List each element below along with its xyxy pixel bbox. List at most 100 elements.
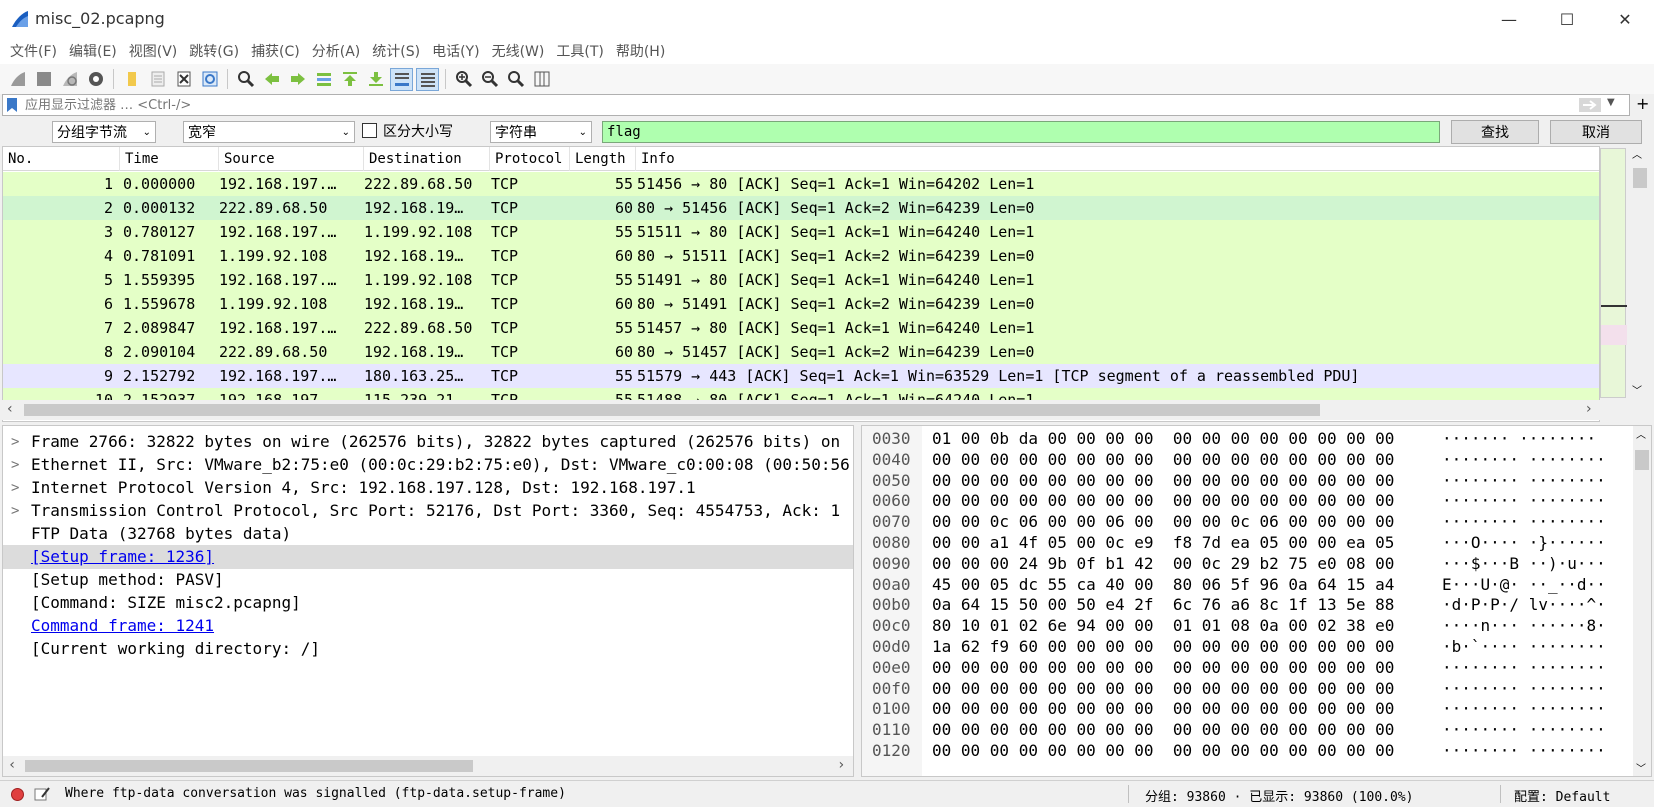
reload-icon[interactable]: [198, 68, 221, 91]
bytes-hex[interactable]: 01 00 0b da 00 00 00 00 00 00 00 00 00 0…: [932, 428, 1394, 450]
bytes-hex[interactable]: 45 00 05 dc 55 ca 40 00 80 06 5f 96 0a 6…: [932, 574, 1394, 596]
details-hscroll-thumb[interactable]: [25, 760, 473, 772]
packet-row[interactable]: 8 2.090104 222.89.68.50 192.168.19… TCP 60 80 …: [3, 340, 1599, 364]
packet-list-hscroll[interactable]: ‹ ›: [2, 400, 1600, 420]
search-type-select[interactable]: 字符串 ⌄: [490, 121, 592, 143]
expand-arrow-icon[interactable]: >: [11, 430, 19, 454]
char-width-select[interactable]: 宽窄 ⌄: [183, 121, 355, 143]
bytes-ascii[interactable]: ········ ········: [1442, 470, 1606, 492]
scroll-down-arrow-icon[interactable]: ﹀: [1632, 382, 1642, 397]
menu-view[interactable]: 视图(V): [123, 41, 184, 61]
details-link[interactable]: Command frame: 1241: [31, 614, 214, 638]
bytes-hex[interactable]: 00 00 00 00 00 00 00 00 00 00 00 00 00 0…: [932, 490, 1394, 512]
search-in-select[interactable]: 分组字节流 ⌄: [52, 121, 156, 143]
scroll-right-arrow-icon[interactable]: ›: [1586, 401, 1592, 417]
bytes-offset[interactable]: 0040: [872, 449, 911, 471]
go-last-icon[interactable]: [364, 68, 387, 91]
colorize-icon[interactable]: [416, 67, 439, 91]
bytes-ascii[interactable]: ········ ········: [1442, 490, 1606, 512]
bytes-offset[interactable]: 0080: [872, 532, 911, 554]
bytes-hex[interactable]: 00 00 00 00 00 00 00 00 00 00 00 00 00 0…: [932, 740, 1394, 762]
bytes-ascii[interactable]: ···$···B ··)·u···: [1442, 553, 1606, 575]
minimize-button[interactable]: —: [1480, 0, 1538, 38]
scroll-right-arrow-icon[interactable]: ›: [837, 757, 845, 773]
bytes-offset[interactable]: 0070: [872, 511, 911, 533]
bytes-hex[interactable]: 00 00 00 00 00 00 00 00 00 00 00 00 00 0…: [932, 719, 1394, 741]
go-first-icon[interactable]: [338, 68, 361, 91]
search-value-input[interactable]: flag: [602, 121, 1440, 143]
column-header-protocol[interactable]: Protocol: [490, 147, 570, 171]
add-filter-button-icon[interactable]: +: [1636, 94, 1649, 113]
zoom-in-icon[interactable]: [452, 68, 475, 91]
go-forward-arrow-icon[interactable]: [286, 68, 309, 91]
scroll-left-arrow-icon[interactable]: ‹: [7, 401, 13, 417]
column-header-info[interactable]: Info: [636, 147, 1599, 171]
bytes-offset[interactable]: 00f0: [872, 678, 911, 700]
bytes-ascii[interactable]: ········ ········: [1442, 449, 1606, 471]
bytes-hex[interactable]: 00 00 00 00 00 00 00 00 00 00 00 00 00 0…: [932, 470, 1394, 492]
bytes-vscroll[interactable]: ︿ ﹀: [1633, 426, 1651, 776]
display-filter-input[interactable]: [25, 95, 1565, 115]
details-hscroll[interactable]: ‹ ›: [3, 756, 853, 776]
packet-list-vscroll[interactable]: ︿ ﹀: [1600, 146, 1652, 400]
bytes-vscroll-thumb[interactable]: [1635, 450, 1649, 470]
bytes-ascii[interactable]: ········ ········: [1442, 740, 1606, 762]
details-row[interactable]: > Internet Protocol Version 4, Src: 192.1…: [3, 476, 853, 500]
menu-help[interactable]: 帮助(H): [610, 41, 671, 61]
bytes-hex[interactable]: 00 00 00 00 00 00 00 00 00 00 00 00 00 0…: [932, 449, 1394, 471]
bytes-hex[interactable]: 00 00 00 00 00 00 00 00 00 00 00 00 00 0…: [932, 657, 1394, 679]
menu-file[interactable]: 文件(F): [4, 41, 63, 61]
bookmark-icon[interactable]: [6, 98, 18, 112]
find-button[interactable]: 查找: [1451, 120, 1539, 144]
menu-go[interactable]: 跳转(G): [183, 41, 245, 61]
menu-tools[interactable]: 工具(T): [550, 41, 609, 61]
file-icon[interactable]: [146, 68, 169, 91]
bytes-ascii[interactable]: ········ ········: [1442, 698, 1606, 720]
bytes-offset[interactable]: 00d0: [872, 636, 911, 658]
details-row[interactable]: [Setup method: PASV]: [3, 568, 853, 592]
bytes-ascii[interactable]: ····n··· ······8·: [1442, 615, 1606, 637]
scroll-up-arrow-icon[interactable]: ︿: [1632, 146, 1642, 161]
go-back-arrow-icon[interactable]: [260, 68, 283, 91]
bytes-offset[interactable]: 0100: [872, 698, 911, 720]
details-row[interactable]: [Current working directory: /]: [3, 637, 853, 661]
bytes-ascii[interactable]: ········ ········: [1442, 511, 1606, 533]
details-link[interactable]: [Setup frame: 1236]: [31, 545, 214, 569]
case-sensitive-checkbox[interactable]: [362, 123, 377, 138]
bytes-offset[interactable]: 0050: [872, 470, 911, 492]
edit-comment-icon[interactable]: [34, 786, 50, 802]
shark-fin-start-icon[interactable]: [6, 68, 29, 91]
bytes-hex[interactable]: 00 00 0c 06 00 00 06 00 00 00 0c 06 00 0…: [932, 511, 1394, 533]
scroll-up-arrow-icon[interactable]: ︿: [1636, 426, 1646, 441]
expand-arrow-icon[interactable]: >: [11, 476, 19, 500]
bytes-offset[interactable]: 0090: [872, 553, 911, 575]
bytes-ascii[interactable]: ········ ········: [1442, 678, 1606, 700]
bytes-offset[interactable]: 00c0: [872, 615, 911, 637]
close-file-icon[interactable]: [172, 68, 195, 91]
menu-edit[interactable]: 编辑(E): [63, 41, 123, 61]
menu-statistics[interactable]: 统计(S): [366, 41, 426, 61]
bytes-offset[interactable]: 0030: [872, 428, 911, 450]
bytes-offset[interactable]: 0120: [872, 740, 911, 762]
zoom-out-icon[interactable]: [478, 68, 501, 91]
details-row[interactable]: FTP Data (32768 bytes data): [3, 522, 853, 546]
bytes-hex[interactable]: 00 00 00 00 00 00 00 00 00 00 00 00 00 0…: [932, 698, 1394, 720]
packet-row[interactable]: 9 2.152792 192.168.197.… 180.163.25… TCP 55 51…: [3, 364, 1599, 388]
bytes-ascii[interactable]: ········ ········: [1442, 719, 1606, 741]
scroll-left-arrow-icon[interactable]: ‹: [8, 757, 16, 773]
details-row[interactable]: [Command: SIZE misc2.pcapng]: [3, 591, 853, 615]
bytes-hex[interactable]: 80 10 01 02 6e 94 00 00 01 01 08 0a 00 0…: [932, 615, 1394, 637]
bytes-hex[interactable]: 1a 62 f9 60 00 00 00 00 00 00 00 00 00 0…: [932, 636, 1394, 658]
bytes-offset[interactable]: 0110: [872, 719, 911, 741]
bytes-ascii[interactable]: E···U·@· ··_··d··: [1442, 574, 1606, 596]
expand-arrow-icon[interactable]: >: [11, 499, 19, 523]
bytes-offset[interactable]: 00e0: [872, 657, 911, 679]
bytes-ascii[interactable]: ········ ········: [1442, 657, 1606, 679]
details-row[interactable]: Command frame: 1241: [3, 614, 853, 638]
column-header-length[interactable]: Length: [570, 147, 636, 171]
cancel-button[interactable]: 取消: [1550, 120, 1642, 144]
expand-arrow-icon[interactable]: >: [11, 453, 19, 477]
bytes-hex[interactable]: 00 00 a1 4f 05 00 0c e9 f8 7d ea 05 00 0…: [932, 532, 1394, 554]
details-row[interactable]: [Setup frame: 1236]: [3, 545, 853, 569]
column-header-no[interactable]: No.: [3, 147, 120, 171]
